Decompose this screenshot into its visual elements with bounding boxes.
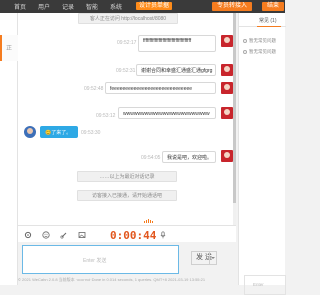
message-timestamp: 09:52:48 <box>84 86 104 92</box>
faq-tab[interactable]: 常见 (1) <box>239 13 286 27</box>
outgoing-message: 我说是吧，欢迎啦。 <box>162 151 216 163</box>
active-session-tab[interactable]: 正 <box>0 35 18 61</box>
message-timestamp: 09:54:05 <box>141 155 161 161</box>
visitor-avatar <box>24 126 36 138</box>
agent-avatar <box>221 64 233 76</box>
outgoing-message: fffffffffffffffffffffffffffffffffffff <box>138 35 216 52</box>
outgoing-message: feeeeeeeeeeeeeeeeeeeeeeeeeeeee <box>105 82 216 94</box>
faq-item[interactable]: 暂无常见问题 <box>243 38 276 44</box>
microphone-icon[interactable] <box>159 231 167 239</box>
message-timestamp: 09:52:17 <box>117 40 137 46</box>
call-timer: 0:00:44 <box>110 229 157 242</box>
settings-icon[interactable] <box>24 231 32 239</box>
faq-item[interactable]: 暂无常见问题 <box>243 49 276 55</box>
message-timestamp: 09:52:31 <box>116 68 136 74</box>
emoji-icon[interactable] <box>42 231 50 239</box>
nav-system[interactable]: 系统 <box>110 2 122 11</box>
send-options-dropdown[interactable] <box>209 252 216 264</box>
message-input-placeholder: Enter 发送 <box>83 258 107 264</box>
nav-smart[interactable]: 智能 <box>86 2 98 11</box>
transfer-button[interactable]: 专员转接入 <box>212 2 253 11</box>
nav-records[interactable]: 记录 <box>62 2 74 11</box>
history-divider[interactable]: ……以上为最近对话记录 <box>77 171 177 182</box>
outgoing-message: wwwwwwwwwwwwwwwwwwwwwwww <box>118 107 216 119</box>
left-sidebar: 正 <box>0 13 18 285</box>
voice-level-icon <box>144 219 154 223</box>
nav-users[interactable]: 用户 <box>38 2 50 11</box>
right-input[interactable]: Enter <box>244 275 286 295</box>
send-button[interactable]: 发 送 <box>191 251 217 265</box>
agent-avatar <box>221 35 233 47</box>
end-button[interactable]: 结束 <box>262 2 285 11</box>
message-timestamp: 09:53:12 <box>96 113 116 119</box>
outgoing-message: 谢谢合同和幸盛汇通盛汇通gfgrg <box>136 64 216 76</box>
message-input[interactable]: Enter 发送 <box>22 245 179 274</box>
agent-avatar <box>221 82 233 94</box>
session-tab-label: 正 <box>6 46 13 52</box>
agent-avatar <box>221 107 233 119</box>
chat-toolbar: 0:00:44 <box>18 225 236 242</box>
top-nav-bar: 首页 用户 记录 智能 系统 设计员单据 专员转接入 结束 <box>0 0 285 13</box>
agent-avatar <box>221 150 233 162</box>
screenshot-icon[interactable] <box>78 231 86 239</box>
attachment-icon[interactable] <box>60 231 68 239</box>
chat-message-area: 客人正在访问 http://localhost/8080 09:52:17 ff… <box>18 13 236 225</box>
system-notice-visit: 客人正在访问 http://localhost/8080 <box>78 13 178 24</box>
incoming-message: 😊了来了。 <box>40 126 78 138</box>
footer-info: © 2021 WeCahn 2.0.8 当前版本 ·ooo·nci·Done i… <box>18 277 206 282</box>
nav-active-tab[interactable]: 设计员单据 <box>136 2 173 10</box>
right-panel: 常见 (1) 暂无常见问题 暂无常见问题 Enter <box>238 13 286 295</box>
nav-home[interactable]: 首页 <box>14 2 26 11</box>
chat-scrollbar[interactable] <box>233 13 236 225</box>
faq-tab-label: 常见 (1) <box>259 18 277 24</box>
system-notice-join: 访客接入已接通，请开始通话吧 <box>77 190 177 201</box>
message-timestamp: 09:53:30 <box>81 130 101 136</box>
